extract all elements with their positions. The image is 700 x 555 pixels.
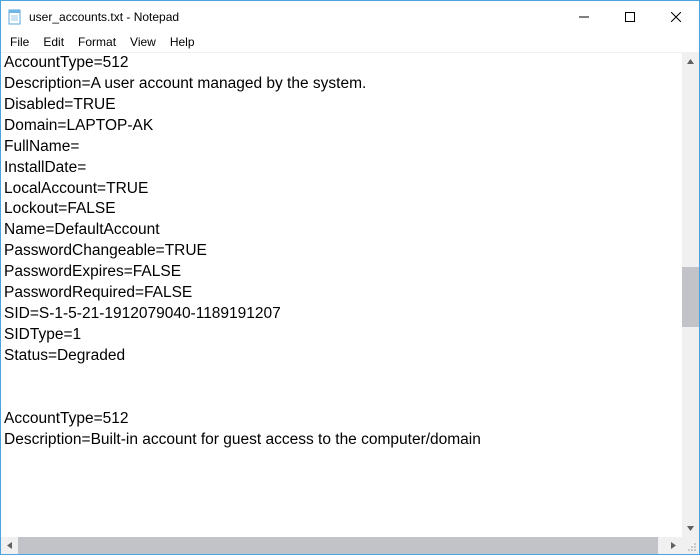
chevron-right-icon (669, 541, 678, 550)
horizontal-scroll-thumb[interactable] (18, 537, 658, 554)
app-icon-area (1, 1, 29, 32)
size-grip[interactable] (682, 537, 699, 554)
minimize-button[interactable] (561, 1, 607, 32)
menu-view[interactable]: View (123, 34, 163, 50)
chevron-left-icon (5, 541, 14, 550)
size-grip-icon (687, 542, 697, 552)
scroll-up-button[interactable] (682, 53, 699, 70)
chevron-up-icon (686, 57, 695, 66)
scroll-right-button[interactable] (665, 537, 682, 554)
chevron-down-icon (686, 524, 695, 533)
menu-edit[interactable]: Edit (36, 34, 71, 50)
close-icon (671, 12, 681, 22)
menu-help[interactable]: Help (163, 34, 202, 50)
maximize-icon (625, 12, 635, 22)
notepad-window: user_accounts.txt - Notepad File Edit Fo… (0, 0, 700, 555)
text-editor[interactable]: AccountType=512 Description=A user accou… (1, 53, 682, 537)
horizontal-scrollbar[interactable] (1, 537, 699, 554)
window-title: user_accounts.txt - Notepad (29, 10, 561, 24)
titlebar[interactable]: user_accounts.txt - Notepad (1, 1, 699, 32)
menu-file[interactable]: File (3, 34, 36, 50)
vertical-scrollbar[interactable] (682, 53, 699, 537)
scroll-down-button[interactable] (682, 520, 699, 537)
scroll-left-button[interactable] (1, 537, 18, 554)
menubar: File Edit Format View Help (1, 32, 699, 52)
window-controls (561, 1, 699, 32)
close-button[interactable] (653, 1, 699, 32)
vertical-scroll-thumb[interactable] (682, 267, 699, 327)
menu-format[interactable]: Format (71, 34, 123, 50)
maximize-button[interactable] (607, 1, 653, 32)
minimize-icon (579, 12, 589, 22)
horizontal-scroll-track[interactable] (18, 537, 665, 554)
notepad-icon (7, 9, 23, 25)
client-area: AccountType=512 Description=A user accou… (1, 52, 699, 537)
vertical-scroll-track[interactable] (682, 70, 699, 520)
